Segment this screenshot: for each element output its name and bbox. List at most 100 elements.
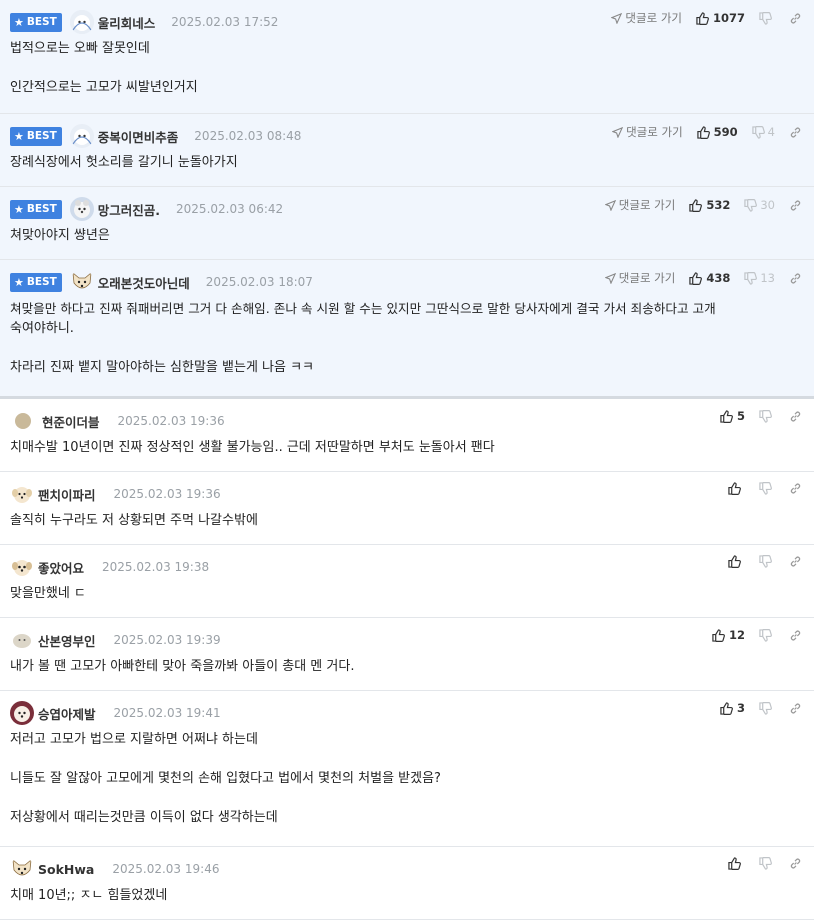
thumbs-up-icon	[728, 857, 741, 870]
star-icon: ★	[14, 202, 24, 216]
comment-date: 2025.02.03 19:36	[113, 487, 221, 501]
thumbs-up-icon	[696, 11, 709, 25]
nickname[interactable]: 좋았어요	[38, 558, 84, 577]
reply-link[interactable]: 댓글로 가기	[604, 270, 675, 286]
reply-link[interactable]: 댓글로 가기	[611, 10, 682, 26]
downvote-button[interactable]: 30	[744, 198, 775, 212]
avatar[interactable]	[14, 412, 32, 430]
comment-date: 2025.02.03 19:39	[113, 633, 221, 647]
link-button[interactable]	[789, 272, 802, 285]
link-button[interactable]	[789, 702, 802, 715]
comment-text: 니들도 잘 알잖아 고모에게 몇천의 손해 입혔다고 법에서 몇천의 처벌을 받…	[10, 771, 441, 786]
best-comment: ★ BEST 오래본것도아닌데 2025.02.03 18:07 댓글로 가기 4…	[0, 260, 814, 399]
thumbs-down-icon	[759, 555, 772, 568]
link-icon	[790, 13, 801, 23]
comment-text: 맞을만했네 ㄷ	[10, 586, 86, 601]
comment-text: 쳐맞아야지 썅년은	[10, 228, 110, 243]
downvote-button[interactable]	[759, 701, 775, 715]
nickname[interactable]: 망그러진곰.	[98, 200, 160, 219]
downvote-button[interactable]	[759, 482, 775, 495]
thumbs-up-icon	[720, 701, 733, 715]
nickname[interactable]: 산본영부인	[38, 631, 96, 650]
avatar[interactable]	[10, 857, 34, 881]
link-icon	[790, 200, 801, 210]
thumbs-up-icon	[689, 271, 703, 285]
thumbs-down-icon	[759, 701, 772, 715]
avatar[interactable]	[69, 124, 94, 148]
nickname[interactable]: 현준이더블	[42, 412, 100, 431]
link-icon	[790, 858, 801, 869]
best-badge: ★ BEST	[10, 126, 62, 146]
best-comment: ★ BEST 중복이면비추좀 2025.02.03 08:48 댓글로 가기 59…	[0, 114, 814, 187]
upvote-button[interactable]: 590	[696, 125, 738, 139]
comment-text: 법적으로는 오빠 잘못인데	[10, 41, 150, 56]
avatar[interactable]	[69, 10, 94, 34]
thumbs-up-icon	[696, 125, 710, 139]
upvote-button[interactable]: 3	[720, 701, 745, 715]
comment: 산본영부인 2025.02.03 19:39 12 내가 볼 땐 고모가 아빠한…	[0, 618, 814, 691]
link-button[interactable]	[789, 857, 802, 870]
downvote-button[interactable]	[759, 628, 775, 642]
link-button[interactable]	[789, 12, 802, 25]
comment-text: 치매 10년;; ㅈㄴ 힘들었겠네	[10, 888, 168, 903]
avatar[interactable]	[69, 197, 94, 221]
comment-text: 저상황에서 때리는것만큼 이득이 없다 생각하는데	[10, 810, 278, 825]
comment-date: 2025.02.03 19:36	[117, 414, 225, 428]
reply-link[interactable]: 댓글로 가기	[604, 197, 675, 213]
link-icon	[790, 703, 801, 713]
upvote-button[interactable]: 1077	[696, 11, 745, 25]
downvote-button[interactable]	[759, 857, 775, 870]
thumbs-up-icon	[720, 409, 733, 423]
avatar[interactable]	[10, 628, 34, 652]
thumbs-down-icon	[759, 409, 772, 423]
upvote-button[interactable]: 532	[689, 198, 730, 212]
star-icon: ★	[14, 15, 24, 29]
upvote-button[interactable]: 5	[720, 409, 745, 423]
link-button[interactable]	[789, 482, 802, 495]
comment: 팬치이파리 2025.02.03 19:36 솔직히 누구라도 저 상황되면 주…	[0, 472, 814, 545]
link-button[interactable]	[789, 126, 802, 139]
thumbs-down-icon	[759, 11, 772, 25]
comment-text: 치매수발 10년이면 진짜 정상적인 생활 불가능임.. 근데 저딴말하면 부처…	[10, 440, 495, 455]
upvote-button[interactable]	[728, 857, 745, 870]
comment-text: 쳐맞을만 하다고 진짜 줘패버리면 그거 다 손해임. 존나 속 시원 할 수는…	[10, 301, 716, 316]
avatar[interactable]	[10, 555, 34, 579]
reply-link[interactable]: 댓글로 가기	[612, 124, 683, 140]
upvote-button[interactable]: 12	[712, 628, 745, 642]
downvote-button[interactable]	[759, 409, 775, 423]
comment-text: 솔직히 누구라도 저 상황되면 주먹 나갈수밖에	[10, 513, 258, 528]
downvote-button[interactable]	[759, 11, 775, 25]
link-button[interactable]	[789, 410, 802, 423]
downvote-button[interactable]	[759, 555, 775, 568]
comment: 승엽아제발 2025.02.03 19:41 3 저러고 고모가 법으로 지랄하…	[0, 691, 814, 847]
thumbs-up-icon	[689, 198, 703, 212]
comment-text: 내가 볼 땐 고모가 아빠한테 맞아 죽을까봐 아들이 총대 멘 거다.	[10, 659, 355, 674]
avatar[interactable]	[10, 482, 34, 506]
upvote-button[interactable]	[728, 482, 745, 495]
comment-date: 2025.02.03 19:41	[113, 706, 221, 720]
comment-text: 저러고 고모가 법으로 지랄하면 어쩌냐 하는데	[10, 732, 258, 747]
best-badge: ★ BEST	[10, 199, 62, 219]
nickname[interactable]: 오래본것도아닌데	[98, 273, 190, 292]
link-button[interactable]	[789, 199, 802, 212]
downvote-button[interactable]: 4	[751, 125, 775, 139]
best-badge: ★ BEST	[10, 272, 62, 292]
best-comment: ★ BEST 망그러진곰. 2025.02.03 06:42 댓글로 가기 532…	[0, 187, 814, 260]
downvote-button[interactable]: 13	[744, 271, 775, 285]
best-badge: ★ BEST	[10, 12, 62, 32]
avatar[interactable]	[70, 270, 94, 294]
link-button[interactable]	[789, 629, 802, 642]
link-icon	[790, 483, 801, 494]
comment-text: 숙여야하니.	[10, 321, 74, 336]
upvote-button[interactable]	[728, 555, 745, 568]
star-icon: ★	[14, 129, 24, 143]
nickname[interactable]: 중복이면비추좀	[98, 127, 179, 146]
thumbs-down-icon	[744, 271, 758, 285]
upvote-button[interactable]: 438	[689, 271, 730, 285]
avatar[interactable]	[10, 701, 34, 725]
nickname[interactable]: 울리회네스	[98, 13, 156, 32]
nickname[interactable]: 승엽아제발	[38, 704, 96, 723]
nickname[interactable]: SokHwa	[38, 862, 94, 877]
nickname[interactable]: 팬치이파리	[38, 485, 96, 504]
link-button[interactable]	[789, 555, 802, 568]
